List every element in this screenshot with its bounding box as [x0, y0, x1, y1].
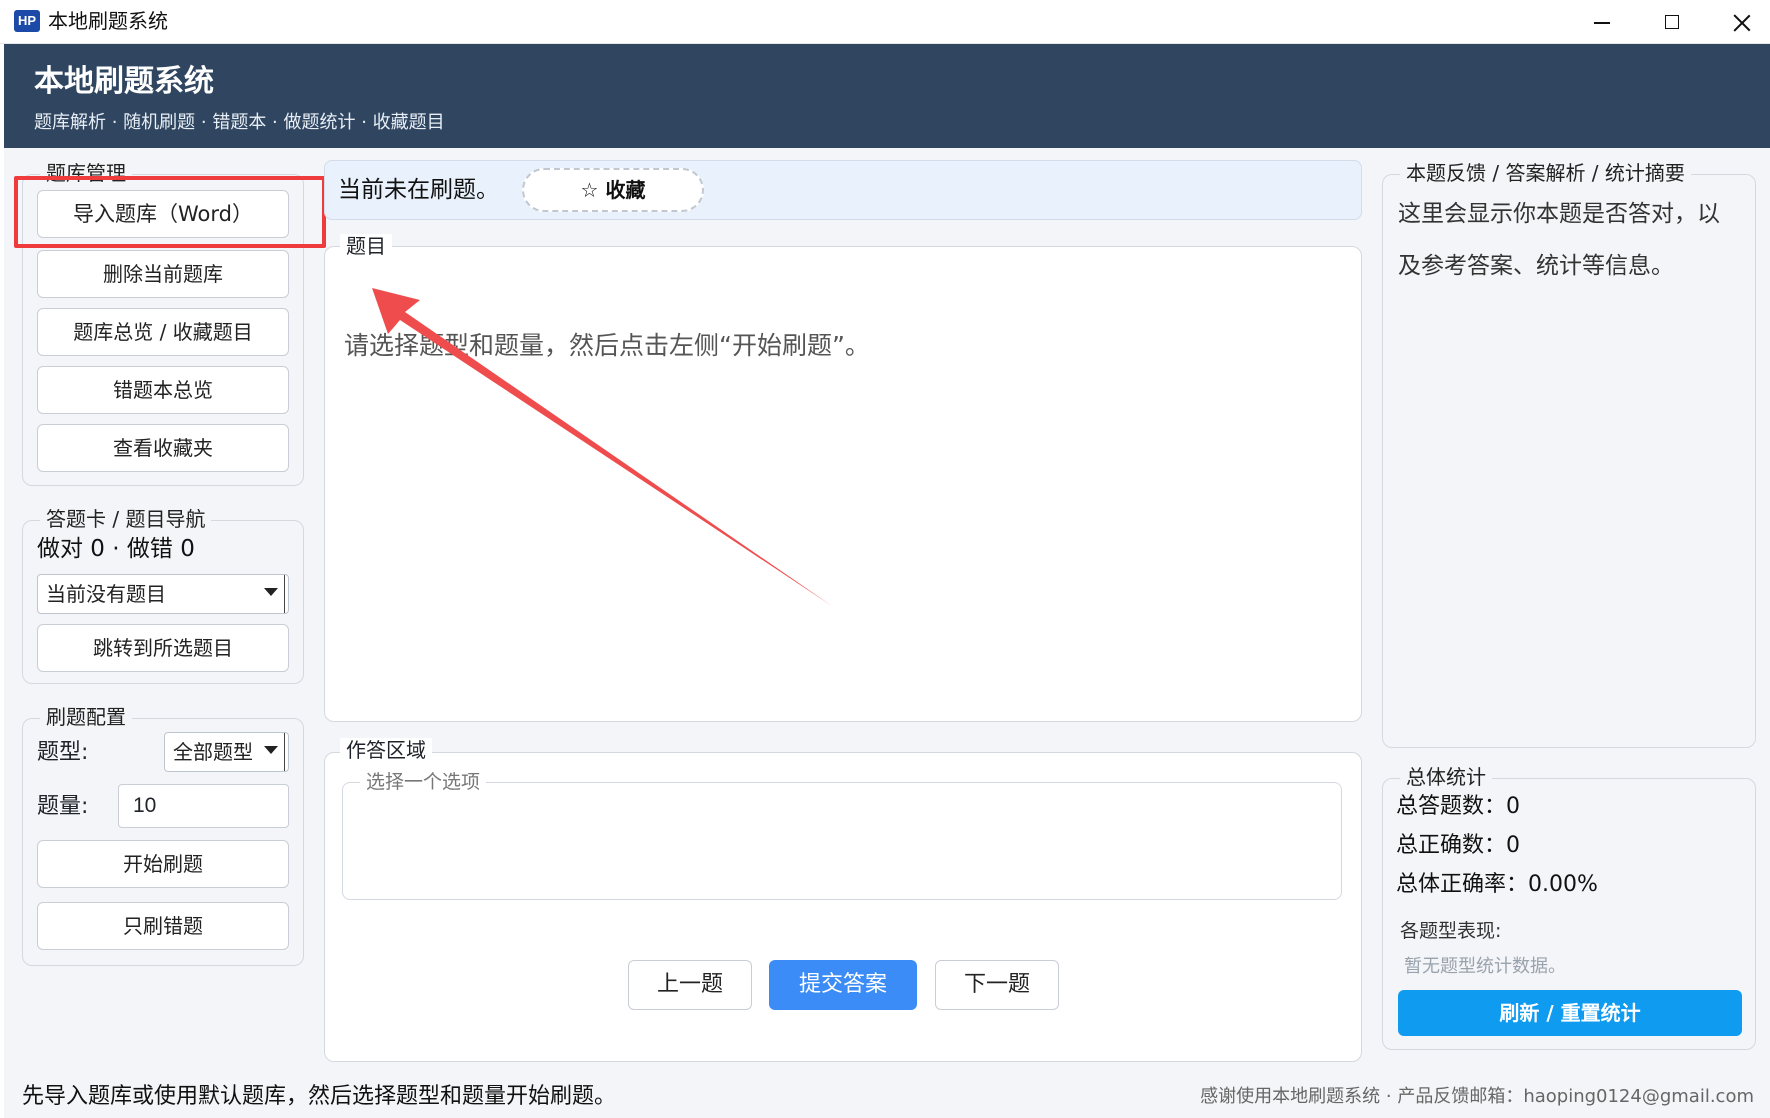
minimize-icon	[1594, 22, 1610, 24]
type-select-value: 全部题型	[173, 740, 253, 764]
wrong-only-button[interactable]: 只刷错题	[37, 902, 289, 950]
app-title: 本地刷题系统	[34, 64, 214, 99]
favorite-button[interactable]: ☆ 收藏	[522, 168, 704, 212]
per-type-label: 各题型表现:	[1400, 920, 1502, 942]
jump-to-question-button[interactable]: 跳转到所选题目	[37, 624, 289, 672]
overall-stats-group-label: 总体统计	[1400, 765, 1492, 789]
window-titlebar: HP 本地刷题系统	[0, 0, 1770, 44]
bank-overview-button[interactable]: 题库总览 / 收藏题目	[37, 308, 289, 356]
chevron-down-icon	[264, 588, 278, 596]
question-panel	[324, 246, 1362, 722]
question-select[interactable]: 当前没有题目	[37, 574, 289, 614]
type-select[interactable]: 全部题型	[164, 732, 289, 772]
delete-bank-button[interactable]: 删除当前题库	[37, 250, 289, 298]
maximize-icon	[1665, 15, 1679, 29]
feedback-line-1: 这里会显示你本题是否答对，以	[1398, 201, 1720, 227]
total-answered: 总答题数：0	[1396, 794, 1520, 819]
chevron-down-icon	[264, 746, 278, 754]
answer-group-label: 作答区域	[340, 738, 432, 762]
count-input[interactable]: 10	[118, 784, 289, 828]
config-group-label: 刷题配置	[40, 705, 132, 729]
footer-credits: 感谢使用本地刷题系统 · 产品反馈邮箱：haoping0124@gmail.co…	[1200, 1086, 1754, 1107]
app-header: 本地刷题系统 题库解析 · 随机刷题 · 错题本 · 做题统计 · 收藏题目	[4, 44, 1770, 148]
question-select-value: 当前没有题目	[46, 582, 166, 606]
per-type-empty: 暂无题型统计数据。	[1404, 956, 1566, 977]
app-subtitle: 题库解析 · 随机刷题 · 错题本 · 做题统计 · 收藏题目	[34, 112, 445, 133]
submit-answer-button[interactable]: 提交答案	[769, 960, 917, 1010]
question-text: 请选择题型和题量，然后点击左侧“开始刷题”。	[344, 331, 870, 360]
view-favorites-button[interactable]: 查看收藏夹	[37, 424, 289, 472]
window-title: 本地刷题系统	[48, 9, 168, 33]
count-label: 题量:	[37, 794, 89, 819]
question-group-label: 题目	[340, 234, 392, 258]
feedback-text-area: 这里会显示你本题是否答对，以 及参考答案、统计等信息。	[1398, 188, 1738, 734]
wrongbook-overview-button[interactable]: 错题本总览	[37, 366, 289, 414]
session-status-text: 当前未在刷题。	[338, 177, 499, 203]
close-button[interactable]	[1706, 0, 1770, 44]
overall-accuracy: 总体正确率：0.00%	[1396, 872, 1598, 897]
prev-question-button[interactable]: 上一题	[628, 960, 752, 1010]
options-box	[342, 782, 1342, 900]
score-summary: 做对 0 · 做错 0	[37, 536, 195, 562]
next-question-button[interactable]: 下一题	[935, 960, 1059, 1010]
maximize-button[interactable]	[1636, 0, 1706, 44]
app-icon: HP	[14, 10, 40, 32]
minimize-button[interactable]	[1566, 0, 1636, 44]
options-label: 选择一个选项	[360, 770, 487, 794]
start-practice-button[interactable]: 开始刷题	[37, 840, 289, 888]
feedback-line-2: 及参考答案、统计等信息。	[1398, 253, 1674, 279]
annotation-highlight-box	[14, 176, 326, 248]
footer-hint: 先导入题库或使用默认题库，然后选择题型和题量开始刷题。	[22, 1084, 617, 1109]
total-correct: 总正确数：0	[1396, 833, 1520, 858]
refresh-stats-button[interactable]: 刷新 / 重置统计	[1398, 990, 1742, 1036]
feedback-group-label: 本题反馈 / 答案解析 / 统计摘要	[1400, 161, 1691, 185]
answer-card-group-label: 答题卡 / 题目导航	[40, 507, 212, 531]
type-label: 题型:	[37, 740, 89, 765]
